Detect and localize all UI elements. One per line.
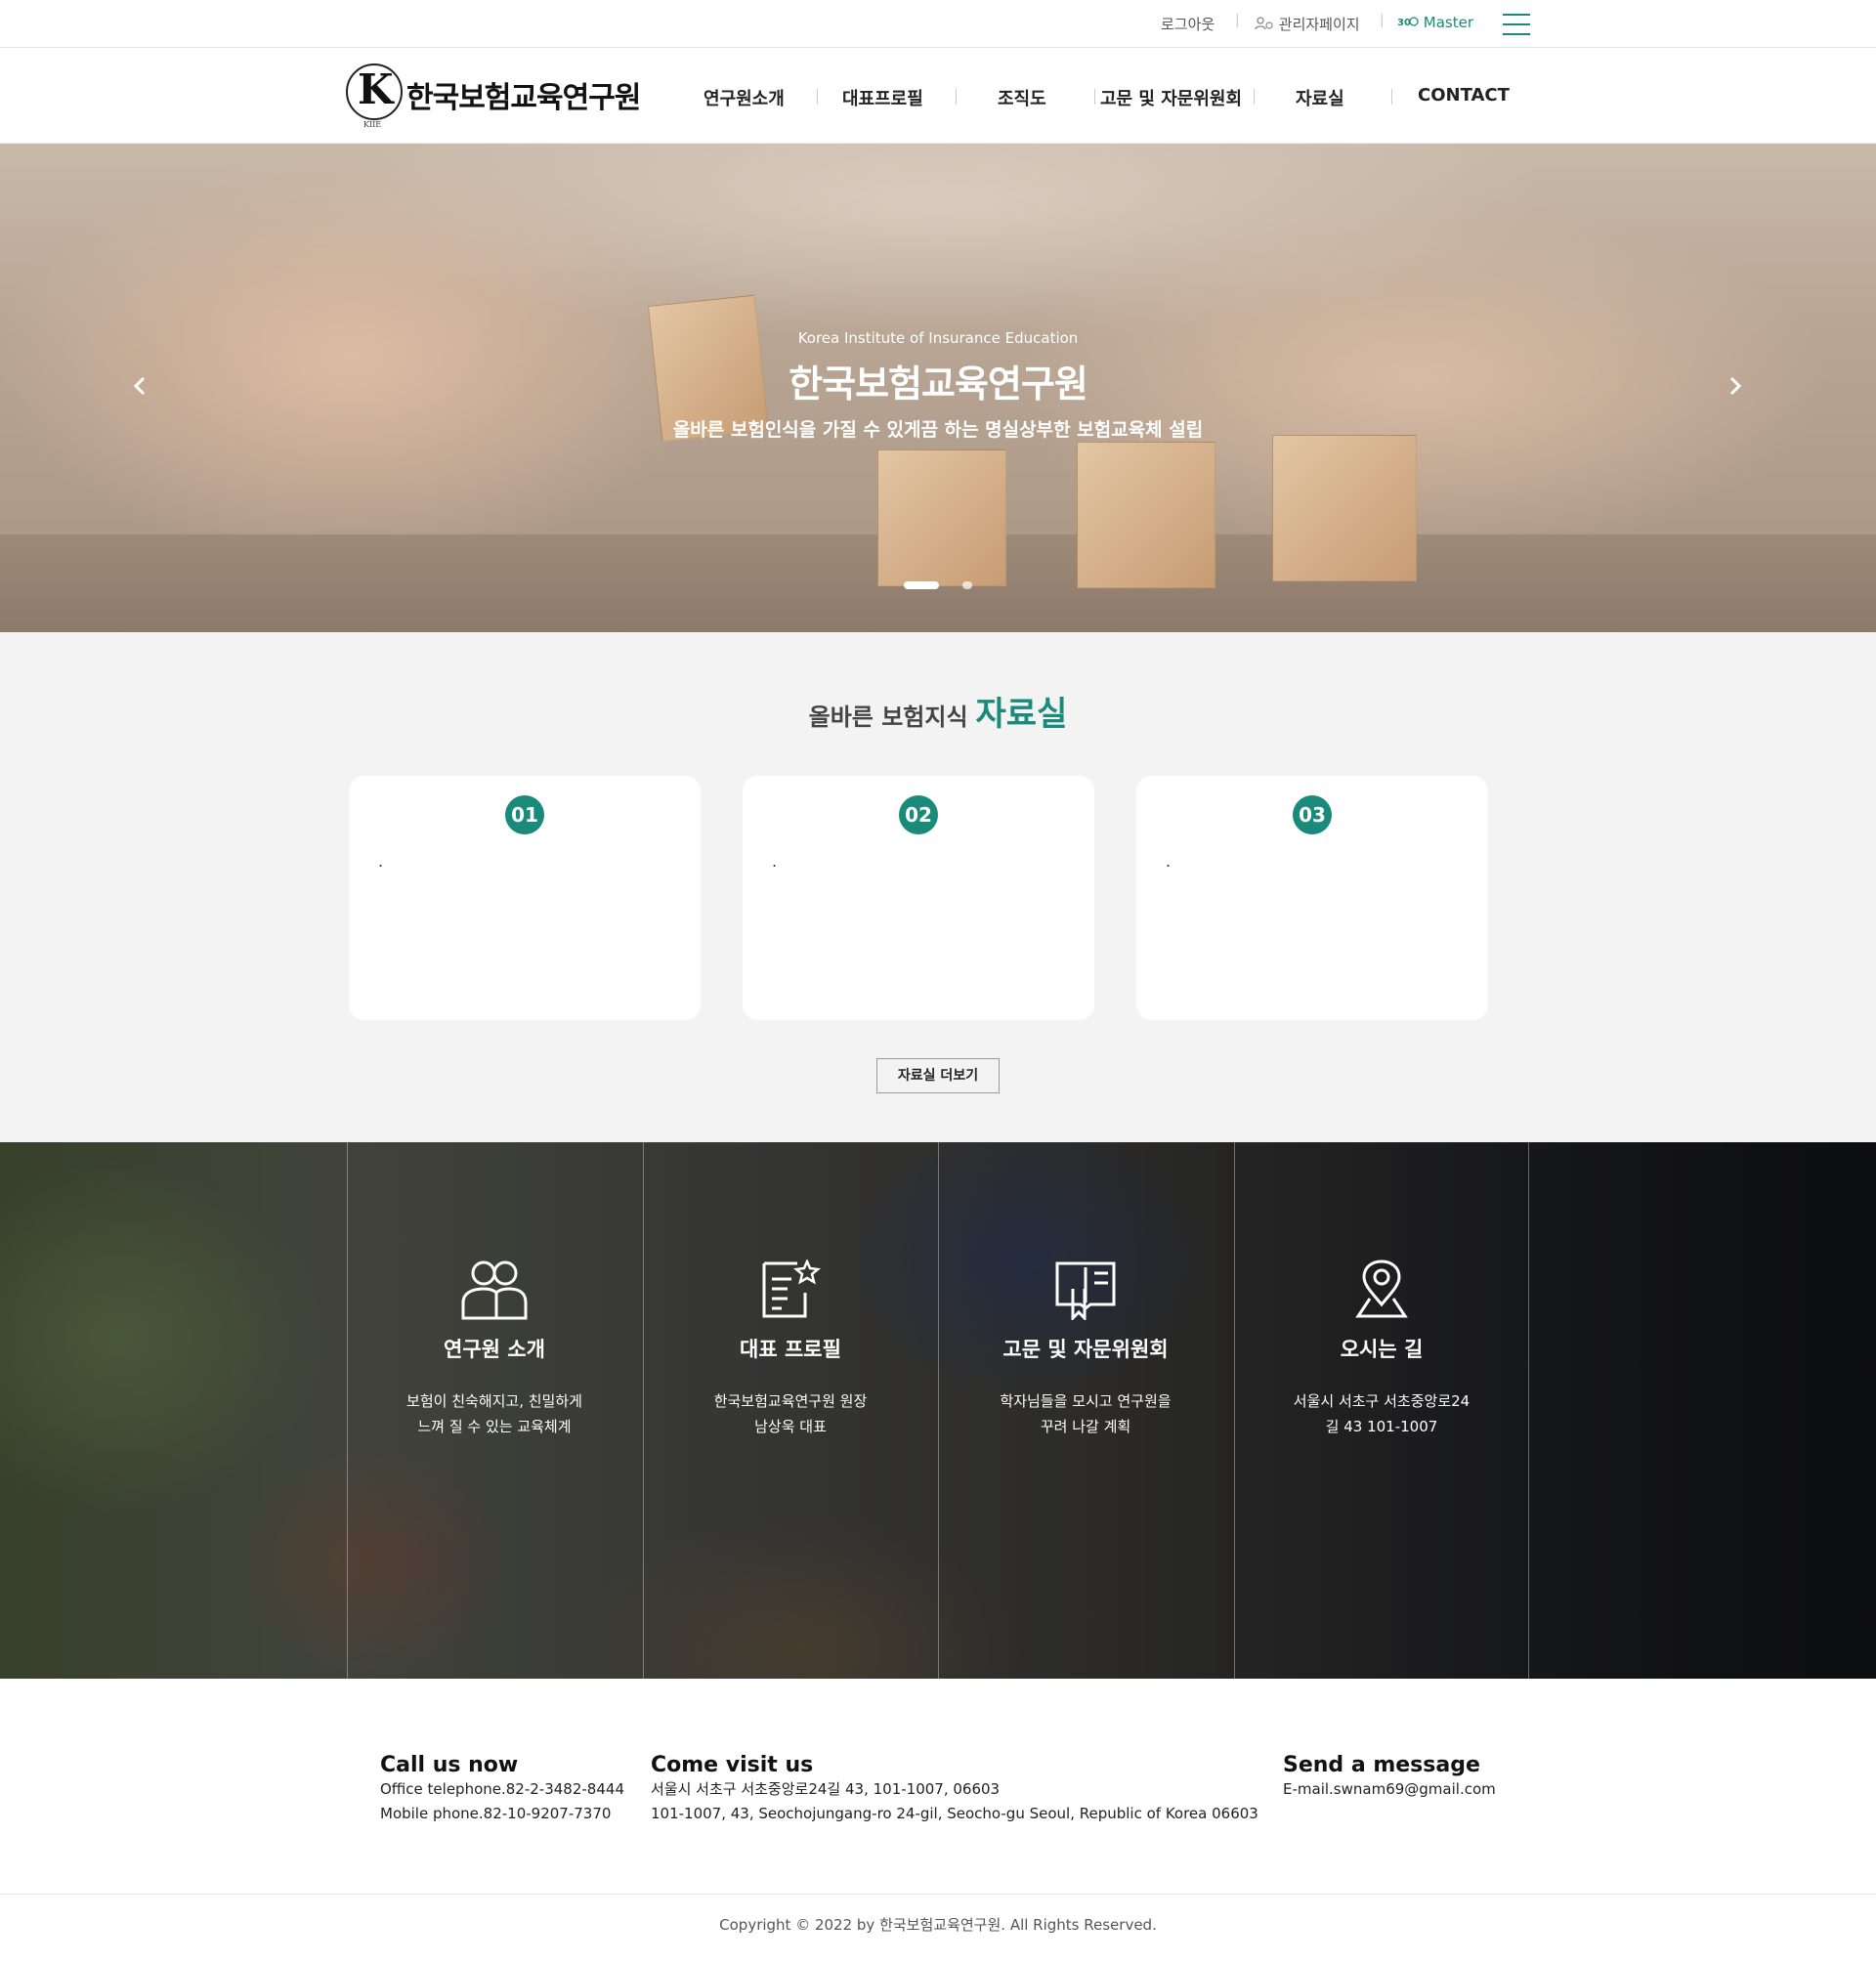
features-section: 연구원 소개 보험이 친숙해지고, 친밀하게 느껴 질 수 있는 교육체계 대표…	[0, 1142, 1876, 1679]
master-link[interactable]: 30 Master	[1397, 14, 1473, 31]
nav-item-advisors[interactable]: 고문 및 자문위원회	[1100, 85, 1242, 110]
logo-abbr: KIIE	[363, 120, 382, 129]
library-section: 올바른 보험지식 자료실 01 . 02 . 03 . 자료실 더보기	[0, 632, 1876, 1142]
feature-directions[interactable]: 오시는 길 서울시 서초구 서초중앙로24 길 43 101-1007	[1234, 1259, 1529, 1439]
admin-page-link[interactable]: 관리자페이지	[1255, 14, 1360, 34]
chevron-left-icon[interactable]	[129, 374, 152, 398]
office-phone[interactable]: Office telephone.82-2-3482-8444	[380, 1777, 624, 1802]
slider-dot-2[interactable]	[962, 581, 972, 589]
mobile-phone[interactable]: Mobile phone.82-10-9207-7370	[380, 1802, 624, 1826]
feature-desc-line: 길 43 101-1007	[1325, 1418, 1438, 1435]
nav-item-about[interactable]: 연구원소개	[704, 85, 785, 110]
feature-title: 연구원 소개	[444, 1338, 545, 1361]
contact-footer: Call us now Office telephone.82-2-3482-8…	[0, 1679, 1876, 1894]
card-number-badge: 03	[1293, 795, 1332, 834]
hero-title: 한국보험교육연구원	[789, 363, 1088, 405]
divider: |	[1380, 13, 1385, 28]
nav-divider	[1254, 89, 1255, 105]
nav-item-organization[interactable]: 조직도	[998, 85, 1046, 110]
svg-text:30: 30	[1397, 18, 1411, 27]
contact-visit: Come visit us 서울시 서초구 서초중앙로24길 43, 101-1…	[651, 1753, 1258, 1826]
menu-icon[interactable]	[1503, 14, 1530, 35]
address-english: 101-1007, 43, Seochojungang-ro 24-gil, S…	[651, 1805, 1258, 1822]
feature-desc: 보험이 친숙해지고, 친밀하게 느껴 질 수 있는 교육체계	[347, 1388, 642, 1439]
copyright: Copyright © 2022 by 한국보험교육연구원. All Right…	[0, 1894, 1876, 1963]
logo-letter: K	[358, 65, 394, 113]
card-number-badge: 02	[899, 795, 938, 834]
wooden-block	[1272, 435, 1417, 581]
contact-message: Send a message E-mail.swnam69@gmail.com	[1283, 1753, 1496, 1802]
library-card[interactable]: 03 .	[1136, 776, 1488, 1020]
feature-title: 고문 및 자문위원회	[1002, 1338, 1169, 1361]
card-text: .	[772, 852, 778, 871]
feature-desc: 한국보험교육연구원 원장 남상욱 대표	[643, 1388, 938, 1439]
feature-title: 대표 프로필	[740, 1338, 841, 1361]
contact-call-title: Call us now	[380, 1753, 519, 1777]
hero-slider: Korea Institute of Insurance Education 한…	[0, 144, 1876, 632]
card-text: .	[378, 852, 384, 871]
feature-desc-line: 꾸려 나갈 계획	[1040, 1418, 1131, 1435]
utility-bar: 로그아웃 | 관리자페이지 | 30 Master	[0, 0, 1876, 48]
hero-subtitle: Korea Institute of Insurance Education	[797, 329, 1079, 347]
contact-call: Call us now Office telephone.82-2-3482-8…	[380, 1753, 624, 1826]
library-card[interactable]: 02 .	[743, 776, 1094, 1020]
card-number-badge: 01	[505, 795, 544, 834]
admin-user-icon	[1255, 17, 1273, 30]
address-korean: 서울시 서초구 서초중앙로24길 43, 101-1007, 06603	[651, 1780, 1001, 1798]
feature-desc-line: 보험이 친숙해지고, 친밀하게	[406, 1392, 582, 1410]
location-pin-icon	[1355, 1259, 1408, 1318]
feature-about[interactable]: 연구원 소개 보험이 친숙해지고, 친밀하게 느껴 질 수 있는 교육체계	[347, 1259, 642, 1439]
main-header: K KIIE 한국보험교육연구원 연구원소개 대표프로필 조직도 고문 및 자문…	[0, 48, 1876, 144]
feature-advisors[interactable]: 고문 및 자문위원회 학자님들을 모시고 연구원을 꾸려 나갈 계획	[938, 1259, 1233, 1439]
profile-document-icon	[762, 1259, 822, 1318]
hero-description: 올바른 보험인식을 가질 수 있게끔 하는 명실상부한 보험교육체 설립	[672, 419, 1204, 441]
nav-item-contact[interactable]: CONTACT	[1418, 85, 1510, 106]
chevron-right-icon[interactable]	[1723, 374, 1746, 398]
logo-name: 한국보험교육연구원	[406, 81, 641, 115]
email-link[interactable]: E-mail.swnam69@gmail.com	[1283, 1777, 1496, 1802]
library-card[interactable]: 01 .	[349, 776, 701, 1020]
nav-item-library[interactable]: 자료실	[1296, 85, 1344, 110]
library-heading: 올바른 보험지식 자료실	[0, 687, 1876, 735]
card-text: .	[1166, 852, 1172, 871]
nav-divider	[956, 89, 957, 105]
feature-desc: 학자님들을 모시고 연구원을 꾸려 나갈 계획	[938, 1388, 1233, 1439]
feature-desc-line: 학자님들을 모시고 연구원을	[1000, 1392, 1172, 1410]
site-logo[interactable]: K KIIE 한국보험교육연구원	[346, 62, 649, 130]
contact-message-title: Send a message	[1283, 1753, 1480, 1777]
wooden-block	[1077, 442, 1215, 588]
slider-dot-1[interactable]	[904, 581, 939, 589]
people-icon	[461, 1260, 528, 1320]
feature-profile[interactable]: 대표 프로필 한국보험교육연구원 원장 남상욱 대표	[643, 1259, 938, 1439]
feature-desc-line: 서울시 서초구 서초중앙로24	[1293, 1392, 1471, 1410]
feature-desc-line: 남상욱 대표	[754, 1418, 827, 1435]
contact-visit-title: Come visit us	[651, 1753, 814, 1777]
feature-desc: 서울시 서초구 서초중앙로24 길 43 101-1007	[1234, 1388, 1529, 1439]
library-heading-highlight: 자료실	[975, 695, 1068, 734]
book-icon	[1055, 1261, 1116, 1320]
library-more-button[interactable]: 자료실 더보기	[876, 1058, 1000, 1093]
master-badge-icon: 30	[1397, 17, 1419, 28]
nav-item-profile[interactable]: 대표프로필	[842, 85, 923, 110]
master-label: Master	[1423, 14, 1474, 31]
library-heading-prefix: 올바른 보험지식	[808, 704, 968, 731]
feature-desc-line: 느껴 질 수 있는 교육체계	[417, 1418, 572, 1435]
feature-title: 오시는 길	[1340, 1338, 1424, 1361]
nav-divider	[817, 89, 818, 105]
logout-link[interactable]: 로그아웃	[1161, 14, 1215, 34]
nav-divider	[1391, 89, 1392, 105]
wooden-block	[877, 449, 1006, 586]
feature-desc-line: 한국보험교육연구원 원장	[713, 1392, 868, 1410]
admin-page-label: 관리자페이지	[1278, 16, 1360, 33]
divider: |	[1235, 13, 1240, 28]
nav-divider	[1094, 89, 1095, 105]
